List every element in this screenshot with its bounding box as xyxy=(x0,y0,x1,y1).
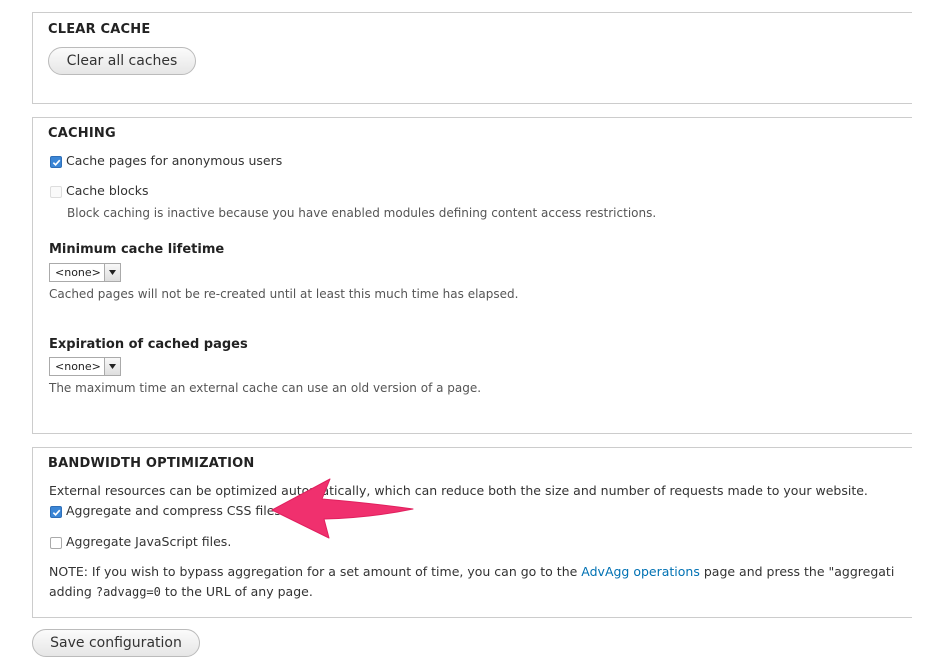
clear-cache-fieldset: CLEAR CACHE Clear all caches xyxy=(32,12,912,104)
expiration-label: Expiration of cached pages xyxy=(49,337,248,352)
advagg-operations-link[interactable]: AdvAgg operations xyxy=(581,564,700,579)
aggregation-note-line1: NOTE: If you wish to bypass aggregation … xyxy=(49,564,894,579)
caching-fieldset: CACHING Cache pages for anonymous users … xyxy=(32,117,912,434)
bandwidth-legend: BANDWIDTH OPTIMIZATION xyxy=(48,456,255,471)
bandwidth-fieldset: BANDWIDTH OPTIMIZATION External resource… xyxy=(32,447,912,618)
min-lifetime-description: Cached pages will not be re-created unti… xyxy=(49,287,519,301)
note-line2-prefix: adding xyxy=(49,584,96,599)
clear-all-caches-button[interactable]: Clear all caches xyxy=(48,47,196,75)
aggregate-css-label[interactable]: Aggregate and compress CSS files. xyxy=(66,503,285,518)
aggregation-note-line2: adding ?advagg=0 to the URL of any page. xyxy=(49,584,313,599)
aggregate-js-label[interactable]: Aggregate JavaScript files. xyxy=(66,534,231,549)
triangle-down-icon xyxy=(104,358,120,375)
min-lifetime-select[interactable]: <none> xyxy=(49,263,121,282)
checkmark-icon xyxy=(52,509,60,516)
bandwidth-intro: External resources can be optimized auto… xyxy=(49,483,868,498)
expiration-select[interactable]: <none> xyxy=(49,357,121,376)
cache-anonymous-checkbox[interactable] xyxy=(50,156,62,168)
note-line2-suffix: to the URL of any page. xyxy=(160,584,313,599)
note-prefix: NOTE: If you wish to bypass aggregation … xyxy=(49,564,582,579)
cache-anonymous-label[interactable]: Cache pages for anonymous users xyxy=(66,153,282,168)
expiration-description: The maximum time an external cache can u… xyxy=(49,381,482,395)
cache-blocks-checkbox[interactable] xyxy=(50,186,62,198)
triangle-down-icon xyxy=(104,264,120,281)
note-suffix: page and press the "aggregati xyxy=(699,564,895,579)
advagg-query-code: ?advagg=0 xyxy=(95,585,161,599)
clear-cache-legend: CLEAR CACHE xyxy=(48,22,151,37)
aggregate-js-checkbox[interactable] xyxy=(50,537,62,549)
expiration-value: <none> xyxy=(55,360,101,373)
min-lifetime-label: Minimum cache lifetime xyxy=(49,242,225,257)
min-lifetime-value: <none> xyxy=(55,266,101,279)
aggregate-css-checkbox[interactable] xyxy=(50,506,62,518)
caching-legend: CACHING xyxy=(48,126,116,141)
cache-blocks-label[interactable]: Cache blocks xyxy=(66,183,149,198)
checkmark-icon xyxy=(52,159,60,166)
save-configuration-button[interactable]: Save configuration xyxy=(32,629,200,657)
cache-blocks-description: Block caching is inactive because you ha… xyxy=(67,206,657,220)
